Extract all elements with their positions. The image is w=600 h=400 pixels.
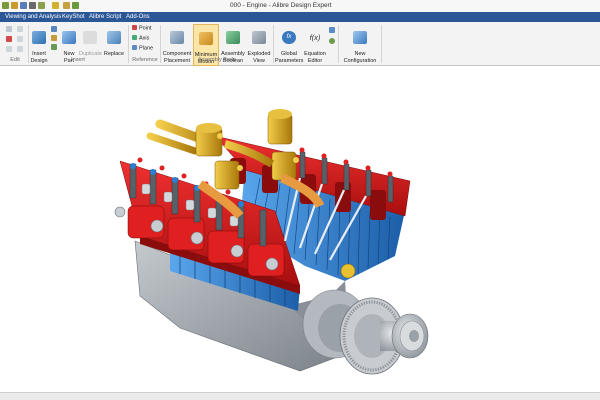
edit-more-icon[interactable] [17,46,23,52]
status-bar [0,392,600,400]
replace-icon [107,30,121,44]
parameters-options-icon[interactable] [329,38,335,44]
copy-icon[interactable] [17,36,23,42]
component-placement-icon [170,30,184,44]
new-part-icon [62,30,76,44]
edit-group-label: Edit [10,57,20,63]
redo-icon[interactable] [52,2,59,9]
insert-group-label: Insert [71,57,85,63]
undo-icon[interactable] [38,2,45,9]
equation-editor-icon: f(x) [309,32,321,42]
print-icon[interactable] [29,2,36,9]
parameters-small-icon[interactable] [329,27,335,33]
pulley-assembly [339,263,429,375]
model-viewport[interactable] [0,66,600,392]
plane-button[interactable]: Plane [132,45,153,52]
tool-icon[interactable] [72,2,79,9]
insert-small-icon[interactable] [51,26,57,32]
divider [338,25,339,63]
divider [128,25,129,63]
add-icon[interactable] [17,26,23,32]
ribbon: Edit Insert Design New Part Duplicate Re… [0,22,600,66]
insert-design-icon [32,30,46,44]
global-parameters-button[interactable]: fx Global Parameters [275,24,303,64]
new-configuration-button[interactable]: New Configuration [341,24,379,64]
save-icon[interactable] [20,2,27,9]
minimum-motion-icon [199,31,213,45]
cut-icon[interactable] [6,26,12,32]
axis-button[interactable]: Axis [132,35,149,42]
new-configuration-icon [353,30,367,44]
assembly-tools-group-label: Assembly Tools [197,57,237,63]
point-button[interactable]: Point [132,25,152,32]
menu-add-ons[interactable]: Add-Ons [126,14,150,20]
replace-button[interactable]: Replace [102,24,126,58]
delete-icon[interactable] [6,36,12,42]
axis-icon [132,35,137,40]
title-bar: 000 - Engine - Alibre Design Expert [0,0,600,12]
assembly-boolean-icon [226,30,240,44]
menu-alibre-script[interactable]: Alibre Script [89,14,121,20]
equation-editor-button[interactable]: f(x) Equation Editor [303,24,327,64]
insert-folder-icon[interactable] [51,35,57,41]
global-parameters-icon: fx [282,30,296,44]
divider [381,25,382,63]
paste-icon[interactable] [6,46,12,52]
open-icon[interactable] [11,2,18,9]
exploded-view-icon [252,30,266,44]
plane-icon [132,45,137,50]
duplicate-icon [83,30,97,44]
insert-part-icon[interactable] [51,44,57,50]
window-title: 000 - Engine - Alibre Design Expert [230,2,332,9]
menu-keyshot[interactable]: KeyShot [62,14,85,20]
new-icon[interactable] [2,2,9,9]
engine-model[interactable] [0,66,600,392]
divider [160,25,161,63]
divider [28,25,29,63]
menu-viewing-and-analysis[interactable]: Viewing and Analysis [5,14,61,20]
menu-bar: Viewing and Analysis KeyShot Alibre Scri… [0,12,600,22]
reference-group-label: Reference [132,57,158,63]
point-icon [132,25,137,30]
divider [273,25,274,63]
duplicate-button[interactable]: Duplicate [79,24,102,58]
measure-icon[interactable] [63,2,70,9]
